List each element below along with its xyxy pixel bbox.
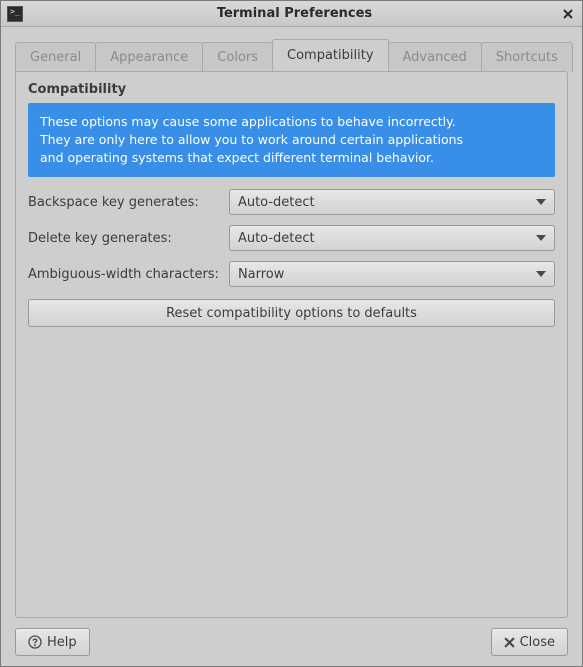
titlebar: Terminal Preferences [1, 1, 582, 27]
terminal-icon [7, 6, 23, 22]
help-label: Help [47, 635, 77, 650]
tab-appearance[interactable]: Appearance [95, 42, 203, 72]
ambwidth-combo[interactable]: Narrow [229, 261, 555, 287]
delete-combo[interactable]: Auto-detect [229, 225, 555, 251]
reset-defaults-button[interactable]: Reset compatibility options to defaults [28, 299, 555, 327]
window-close-button[interactable] [560, 6, 576, 22]
close-label: Close [520, 635, 555, 650]
form-rows: Backspace key generates: Auto-detect Del… [28, 189, 555, 287]
tab-advanced[interactable]: Advanced [388, 42, 482, 72]
backspace-label: Backspace key generates: [28, 195, 219, 210]
help-icon [28, 635, 42, 649]
content-area: General Appearance Colors Compatibility … [1, 27, 582, 618]
chevron-down-icon [536, 235, 546, 241]
delete-label: Delete key generates: [28, 231, 219, 246]
backspace-combo[interactable]: Auto-detect [229, 189, 555, 215]
chevron-down-icon [536, 199, 546, 205]
ambwidth-label: Ambiguous-width characters: [28, 267, 219, 282]
reset-defaults-label: Reset compatibility options to defaults [166, 306, 417, 321]
info-text: These options may cause some application… [40, 114, 463, 165]
info-banner: These options may cause some application… [28, 103, 555, 177]
close-button[interactable]: Close [491, 628, 568, 656]
close-icon [563, 9, 573, 19]
chevron-down-icon [536, 271, 546, 277]
window-title: Terminal Preferences [29, 6, 560, 21]
tab-panel-compatibility: Compatibility These options may cause so… [15, 71, 568, 618]
tab-shortcuts[interactable]: Shortcuts [481, 42, 573, 72]
tabstrip: General Appearance Colors Compatibility … [15, 39, 568, 71]
close-icon [504, 637, 515, 648]
ambwidth-combo-value: Narrow [238, 267, 536, 282]
delete-combo-value: Auto-detect [238, 231, 536, 246]
backspace-combo-value: Auto-detect [238, 195, 536, 210]
tab-general[interactable]: General [15, 42, 96, 72]
tab-colors[interactable]: Colors [202, 42, 273, 72]
help-button[interactable]: Help [15, 628, 90, 656]
dialog-footer: Help Close [1, 618, 582, 666]
tab-compatibility[interactable]: Compatibility [272, 39, 389, 71]
section-heading: Compatibility [28, 82, 555, 97]
preferences-window: Terminal Preferences General Appearance … [0, 0, 583, 667]
